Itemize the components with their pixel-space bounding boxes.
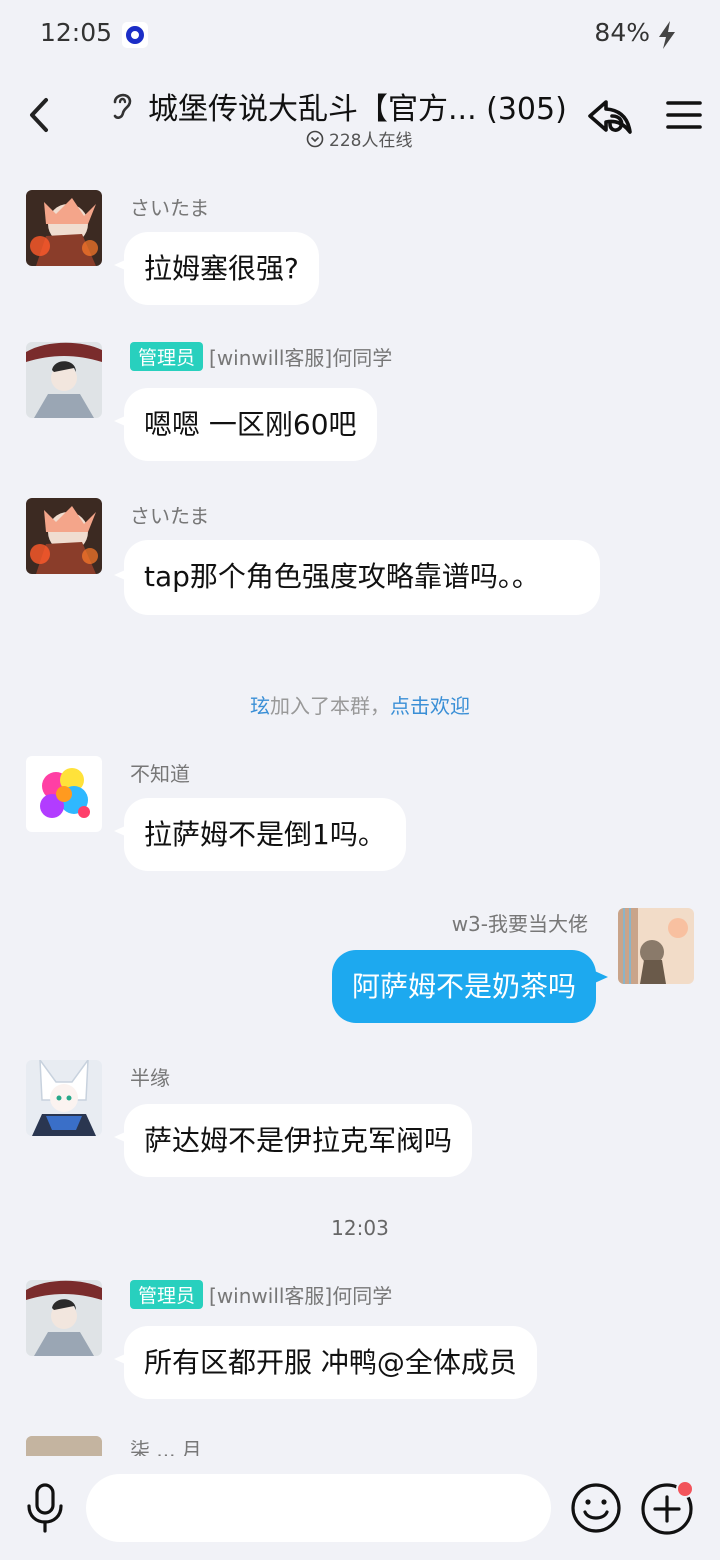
chat-header: 城堡传说大乱斗【官方... (305) 228人在线 xyxy=(0,70,720,160)
message-bubble[interactable]: 萨达姆不是伊拉克军阀吗 xyxy=(124,1104,473,1177)
mic-icon[interactable] xyxy=(24,1482,66,1534)
chat-message: 半缘 萨达姆不是伊拉克军阀吗 xyxy=(0,1060,720,1180)
chat-message: さいたま 拉姆塞很强? xyxy=(0,188,720,308)
sender-name: w3-我要当大佬 xyxy=(451,912,588,936)
back-icon[interactable] xyxy=(24,94,54,136)
avatar[interactable] xyxy=(26,1280,102,1356)
welcome-link[interactable]: 点击欢迎 xyxy=(390,694,470,718)
ear-icon[interactable] xyxy=(108,88,136,122)
share-icon[interactable] xyxy=(586,96,634,138)
group-title[interactable]: 城堡传说大乱斗【官方... (305) xyxy=(148,84,567,128)
message-bubble[interactable]: 所有区都开服 冲鸭@全体成员 xyxy=(124,1326,537,1399)
sender-name: 半缘 xyxy=(130,1066,170,1090)
notification-dot xyxy=(676,1480,694,1498)
message-bubble[interactable]: 嗯嗯 一区刚60吧 xyxy=(124,388,377,461)
avatar[interactable] xyxy=(26,190,102,266)
avatar[interactable] xyxy=(26,1060,102,1136)
emoji-icon[interactable] xyxy=(570,1482,622,1534)
status-time: 12:05 xyxy=(40,18,113,47)
sender-name: 柒 ... 月 xyxy=(130,1438,202,1456)
app-notification-icon xyxy=(122,22,148,48)
avatar[interactable] xyxy=(26,1436,102,1456)
sender-name: さいたま xyxy=(130,504,210,528)
message-bubble[interactable]: 阿萨姆不是奶茶吗 xyxy=(331,950,596,1023)
menu-icon[interactable] xyxy=(666,100,702,130)
avatar[interactable] xyxy=(26,756,102,832)
online-check-icon xyxy=(306,130,324,147)
online-count: 228人在线 xyxy=(306,126,412,151)
chat-message: 管理员 [winwill客服]何同学 嗯嗯 一区刚60吧 xyxy=(0,342,720,462)
chat-message-mine: w3-我要当大佬 阿萨姆不是奶茶吗 xyxy=(0,906,720,1026)
time-divider: 12:03 xyxy=(331,1216,389,1240)
battery-level: 84% xyxy=(594,18,650,47)
join-notice: 玹加入了本群，点击欢迎 xyxy=(0,690,720,719)
chat-message-partial: 柒 ... 月 xyxy=(0,1434,720,1456)
chat-message: 不知道 拉萨姆不是倒1吗。 xyxy=(0,754,720,874)
online-count-text: 228人在线 xyxy=(329,131,413,151)
join-notice-text: 加入了本群， xyxy=(270,694,390,718)
message-bubble[interactable]: tap那个角色强度攻略靠谱吗。。 xyxy=(124,540,600,615)
sender-name: 不知道 xyxy=(130,762,190,786)
message-bubble[interactable]: 拉萨姆不是倒1吗。 xyxy=(124,798,406,871)
admin-badge: 管理员 xyxy=(130,342,204,371)
message-bubble[interactable]: 拉姆塞很强? xyxy=(124,232,319,305)
joined-user-name[interactable]: 玹 xyxy=(250,694,270,718)
my-avatar[interactable] xyxy=(618,908,694,984)
admin-badge: 管理员 xyxy=(130,1280,204,1309)
chat-message: 管理员 [winwill客服]何同学 所有区都开服 冲鸭@全体成员 xyxy=(0,1280,720,1400)
avatar[interactable] xyxy=(26,342,102,418)
sender-name: 管理员 [winwill客服]何同学 xyxy=(130,1280,392,1309)
sender-name: さいたま xyxy=(130,196,210,220)
charging-bolt-icon xyxy=(659,21,675,49)
input-bar xyxy=(0,1456,720,1560)
message-input[interactable] xyxy=(86,1474,551,1542)
status-bar: 12:05 84% xyxy=(0,0,720,70)
chat-message: さいたま tap那个角色强度攻略靠谱吗。。 xyxy=(0,496,720,656)
sender-name: 管理员 [winwill客服]何同学 xyxy=(130,342,392,371)
avatar[interactable] xyxy=(26,498,102,574)
